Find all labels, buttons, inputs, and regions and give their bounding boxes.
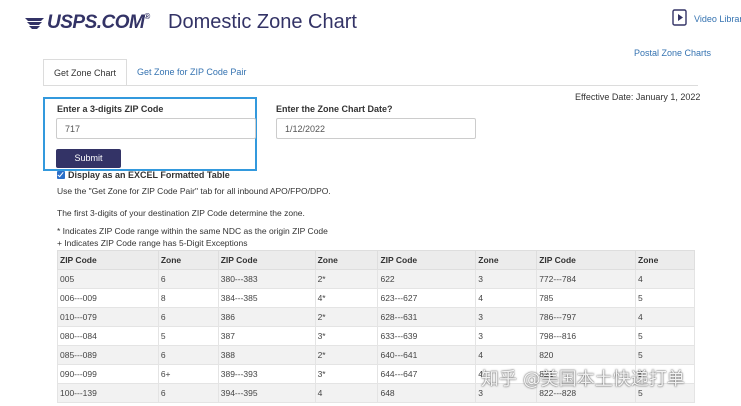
zone-chart-date-label: Enter the Zone Chart Date? — [276, 104, 393, 114]
col-header-zone: Zone — [157, 250, 219, 270]
video-library-link[interactable]: Video Library — [672, 9, 741, 26]
video-library-label: Video Library — [694, 14, 741, 24]
zone-cell: 6 — [157, 345, 219, 365]
site-header: USPS.COM® Domestic Zone Chart Video Libr… — [0, 0, 741, 44]
zip-cell: 005 — [57, 269, 159, 289]
page-title: Domestic Zone Chart — [168, 11, 357, 33]
col-header-zip: ZIP Code — [217, 250, 316, 270]
zip-code-input[interactable]: 717 — [56, 118, 256, 139]
zone-cell: 3 — [475, 269, 538, 289]
zip-cell: 633---639 — [377, 326, 477, 346]
zone-cell: 6 — [157, 269, 219, 289]
zip-cell: 786---797 — [536, 307, 637, 327]
excel-option[interactable]: Display as an EXCEL Formatted Table — [57, 170, 230, 180]
zip-cell: 085---089 — [57, 345, 159, 365]
zip-cell: 772---784 — [536, 269, 637, 289]
zone-cell: 4 — [475, 345, 538, 365]
zip-code-label: Enter a 3-digits ZIP Code — [57, 104, 164, 114]
zip-cell: 648 — [377, 383, 477, 403]
zip-cell: 394---395 — [217, 383, 316, 403]
zone-cell: 4 — [635, 307, 695, 327]
zone-cell: 5 — [635, 326, 695, 346]
postal-zone-charts-link[interactable]: Postal Zone Charts — [634, 48, 711, 58]
zone-cell: 6+ — [157, 364, 219, 384]
table-header-row: ZIP Code Zone ZIP Code Zone ZIP Code Zon… — [57, 250, 695, 270]
col-header-zone: Zone — [475, 250, 538, 270]
excel-checkbox[interactable] — [57, 171, 65, 179]
zip-cell: 100---139 — [57, 383, 159, 403]
zip-cell: 080---084 — [57, 326, 159, 346]
watermark-overlay: 知乎 @美国本土快递打单 — [481, 369, 685, 390]
zip-cell: 090---099 — [57, 364, 159, 384]
same-ndc-note: * Indicates ZIP Code range within the sa… — [57, 226, 328, 236]
table-row: 085---089 6 388 2* 640---641 4 820 5 — [57, 345, 695, 365]
submit-button[interactable]: Submit — [56, 149, 121, 168]
zone-cell: 6 — [157, 383, 219, 403]
zone-cell: 3* — [314, 326, 379, 346]
usps-logo[interactable]: USPS.COM® — [24, 12, 150, 34]
effective-date: Effective Date: January 1, 2022 — [575, 92, 701, 102]
zip-cell: 644---647 — [377, 364, 477, 384]
table-row: 006---009 8 384---385 4* 623---627 4 785… — [57, 288, 695, 308]
zone-cell: 3 — [475, 307, 538, 327]
tab-get-zone-for-zip-pair[interactable]: Get Zone for ZIP Code Pair — [127, 59, 256, 86]
zip-cell: 623---627 — [377, 288, 477, 308]
col-header-zip: ZIP Code — [536, 250, 637, 270]
col-header-zone: Zone — [635, 250, 695, 270]
apo-note: Use the "Get Zone for ZIP Code Pair" tab… — [57, 186, 331, 196]
zip-cell: 628---631 — [377, 307, 477, 327]
tab-bar: Get Zone Chart Get Zone for ZIP Code Pai… — [43, 59, 256, 86]
exceptions-note: + Indicates ZIP Code range has 5-Digit E… — [57, 238, 248, 248]
zip-cell: 785 — [536, 288, 637, 308]
zone-cell: 5 — [635, 288, 695, 308]
zone-cell: 3 — [475, 326, 538, 346]
zone-cell: 2* — [314, 269, 379, 289]
tab-divider — [43, 85, 698, 86]
zone-cell: 5 — [157, 326, 219, 346]
zone-cell: 4* — [314, 288, 379, 308]
col-header-zone: Zone — [314, 250, 379, 270]
zone-cell: 4 — [635, 269, 695, 289]
zip-cell: 010---079 — [57, 307, 159, 327]
tab-get-zone-chart[interactable]: Get Zone Chart — [43, 59, 128, 86]
video-play-icon — [672, 9, 687, 26]
zip-cell: 380---383 — [217, 269, 316, 289]
zone-cell: 2* — [314, 345, 379, 365]
zip-cell: 006---009 — [57, 288, 159, 308]
first3-note: The first 3-digits of your destination Z… — [57, 208, 305, 218]
eagle-logo-icon — [25, 18, 44, 29]
zone-cell: 2* — [314, 307, 379, 327]
zip-cell: 622 — [377, 269, 477, 289]
zip-cell: 640---641 — [377, 345, 477, 365]
zip-cell: 386 — [217, 307, 316, 327]
zip-cell: 388 — [217, 345, 316, 365]
table-row: 005 6 380---383 2* 622 3 772---784 4 — [57, 269, 695, 289]
zip-cell: 387 — [217, 326, 316, 346]
zip-cell: 820 — [536, 345, 637, 365]
zip-cell: 798---816 — [536, 326, 637, 346]
col-header-zip: ZIP Code — [377, 250, 477, 270]
zone-cell: 3* — [314, 364, 379, 384]
zone-cell: 6 — [157, 307, 219, 327]
excel-label: Display as an EXCEL Formatted Table — [68, 170, 230, 180]
zone-cell: 4 — [475, 288, 538, 308]
zone-cell: 4 — [314, 383, 379, 403]
table-row: 010---079 6 386 2* 628---631 3 786---797… — [57, 307, 695, 327]
col-header-zip: ZIP Code — [57, 250, 159, 270]
zip-cell: 389---393 — [217, 364, 316, 384]
zone-chart-date-input[interactable]: 1/12/2022 — [276, 118, 476, 139]
table-row: 080---084 5 387 3* 633---639 3 798---816… — [57, 326, 695, 346]
zone-cell: 8 — [157, 288, 219, 308]
zip-cell: 384---385 — [217, 288, 316, 308]
logo-text: USPS.COM® — [47, 12, 150, 33]
zone-cell: 5 — [635, 345, 695, 365]
